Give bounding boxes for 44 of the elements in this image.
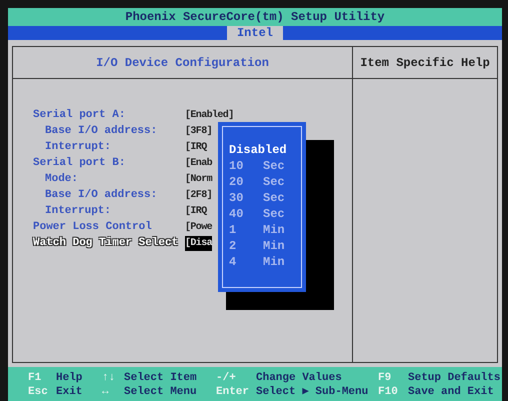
popup-option[interactable]: 2 Min <box>229 237 301 253</box>
help-title: Item Specific Help <box>360 54 490 72</box>
popup-option[interactable]: 40 Sec <box>229 205 301 221</box>
menu-tab[interactable]: Intel <box>226 26 283 40</box>
key-label: Esc <box>28 384 49 400</box>
key-action: Select Menu <box>124 384 198 400</box>
key-label: ↔ <box>102 384 110 400</box>
key-label: -/+ <box>216 370 237 386</box>
key-action: Setup Defaults <box>408 370 502 386</box>
popup-option[interactable]: 30 Sec <box>229 189 301 205</box>
setting-value[interactable]: [IRQ <box>185 204 207 218</box>
key-action: Help <box>56 370 84 386</box>
setting-value[interactable]: [3F8] <box>185 124 212 138</box>
key-label: F9 <box>378 370 392 386</box>
key-action: Select ▶ Sub-Menu <box>256 384 370 400</box>
setting-value[interactable]: [IRQ <box>185 140 207 154</box>
popup-option[interactable]: 1 Min <box>229 221 301 237</box>
setting-label[interactable]: Serial port B: <box>33 154 185 172</box>
key-action: Select Item <box>124 370 198 386</box>
setting-value[interactable]: [Norm <box>185 172 212 186</box>
key-label: Enter <box>216 384 250 400</box>
popup-option[interactable]: Disabled <box>229 141 301 157</box>
setting-label[interactable]: Mode: <box>33 170 185 188</box>
key-label: ↑↓ <box>102 370 116 386</box>
setting-label[interactable]: Interrupt: <box>33 202 185 220</box>
key-action: Change Values <box>256 370 343 386</box>
key-action: Save and Exit <box>408 384 495 400</box>
popup-option[interactable]: 4 Min <box>229 253 301 269</box>
setting-value[interactable]: [Powe <box>185 220 212 234</box>
popup-option[interactable]: 10 Sec <box>229 157 301 173</box>
title-bar: Phoenix SecureCore(tm) Setup Utility <box>8 8 502 26</box>
setting-value[interactable]: [Enabled] <box>185 108 234 122</box>
setting-value[interactable]: [2F8] <box>185 188 212 202</box>
setting-label[interactable]: Base I/O address: <box>33 186 185 204</box>
panel-title: I/O Device Configuration <box>96 54 269 72</box>
key-label: F10 <box>378 384 399 400</box>
setting-label[interactable]: Power Loss Control <box>33 218 185 236</box>
key-action: Exit <box>56 384 84 400</box>
setting-value[interactable]: [Enab <box>185 156 212 170</box>
popup-option[interactable]: 20 Sec <box>229 173 301 189</box>
setting-label[interactable]: Interrupt: <box>33 138 185 156</box>
key-label: F1 <box>28 370 42 386</box>
setting-label[interactable]: Base I/O address: <box>33 122 185 140</box>
setting-label[interactable]: Serial port A: <box>33 106 185 124</box>
